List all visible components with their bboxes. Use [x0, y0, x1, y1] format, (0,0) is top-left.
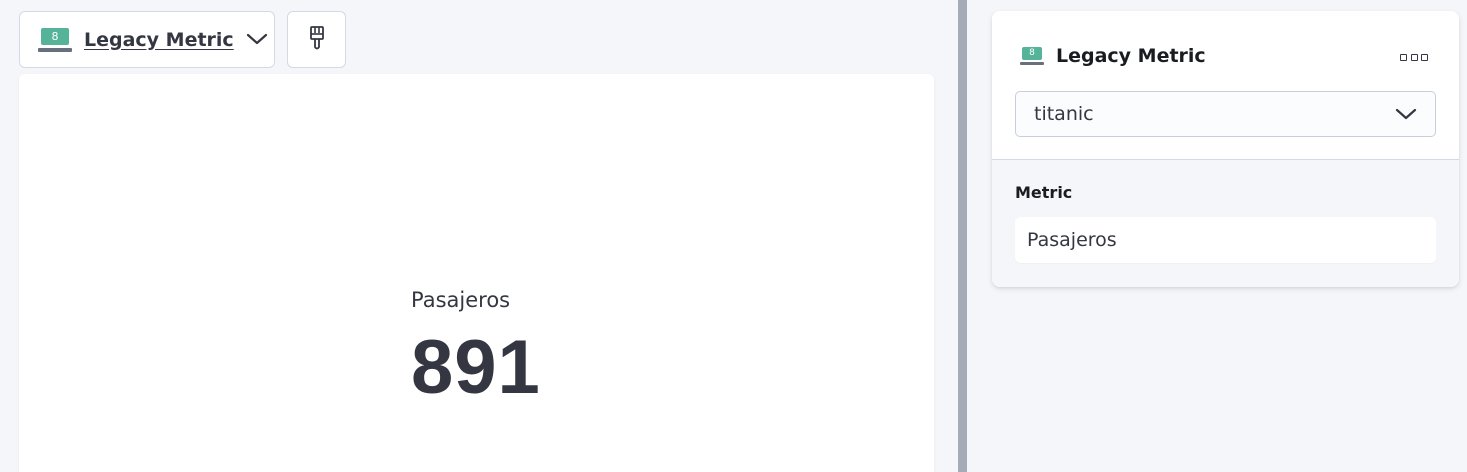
- layer-config-panel: 8 Legacy Metric titanic Metric Pasajeros: [992, 11, 1459, 287]
- layer-config-header: 8 Legacy Metric titanic: [992, 11, 1459, 160]
- metric-dimension-button[interactable]: Pasajeros: [1015, 217, 1436, 263]
- layer-title: Legacy Metric: [1056, 45, 1206, 67]
- metric-visualization: Pasajeros 891: [411, 288, 541, 411]
- paintbrush-icon: [308, 25, 326, 55]
- legacy-metric-icon-digit: 8: [1022, 47, 1042, 60]
- legacy-metric-icon-digit: 8: [41, 27, 69, 45]
- more-actions-button[interactable]: [1400, 50, 1428, 64]
- layer-title-row: 8 Legacy Metric: [1020, 45, 1206, 67]
- metric-section-label: Metric: [1015, 183, 1073, 202]
- chevron-down-icon: [1395, 106, 1417, 125]
- legacy-metric-icon: 8: [38, 27, 72, 52]
- visualization-type-label: Legacy Metric: [84, 28, 234, 51]
- visualization-type-switcher[interactable]: 8 Legacy Metric: [19, 11, 275, 68]
- legacy-metric-icon: 8: [1020, 47, 1044, 65]
- panel-resize-divider[interactable]: [958, 0, 967, 472]
- metric-dimension-label: Pasajeros: [1027, 229, 1117, 251]
- data-view-value: titanic: [1034, 103, 1094, 125]
- data-view-select[interactable]: titanic: [1015, 91, 1436, 137]
- more-actions-icon: [1400, 53, 1407, 61]
- chevron-down-icon: [246, 31, 268, 50]
- metric-label: Pasajeros: [411, 288, 511, 312]
- workspace: 8 Legacy Metric Pasajeros 891: [0, 0, 958, 472]
- layer-config-body: Metric Pasajeros: [992, 160, 1459, 287]
- metric-value: 891: [411, 325, 541, 410]
- visualization-canvas: Pasajeros 891: [19, 74, 934, 472]
- style-settings-button[interactable]: [287, 11, 346, 68]
